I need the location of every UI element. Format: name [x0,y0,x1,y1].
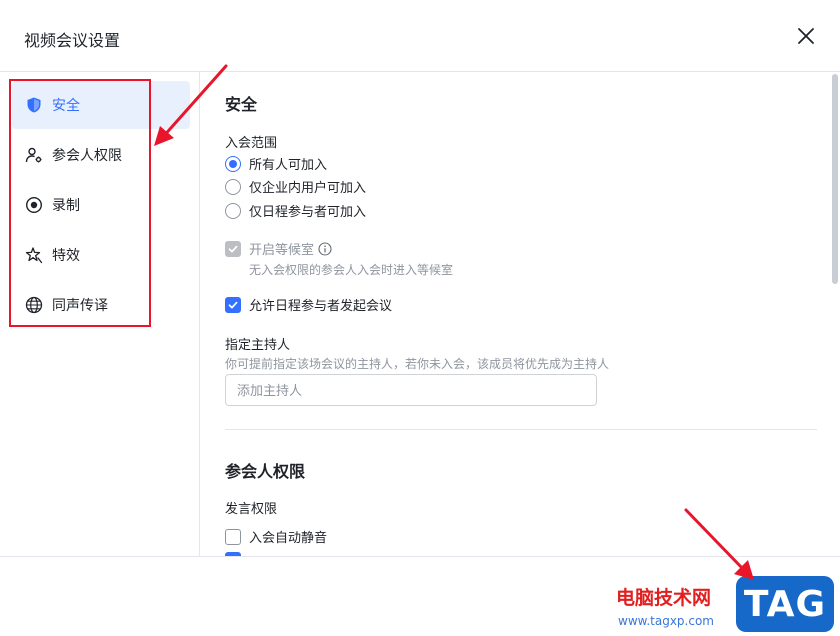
dialog-footer [0,556,840,636]
settings-content: 安全 入会范围 所有人可加入 仅企业内用户可加入 仅日程参与者可加入 开启等候室 [201,72,828,556]
globe-icon [24,295,44,315]
allow-attendees-start-checkbox[interactable]: 允许日程参与者发起会议 [225,295,392,314]
waiting-room-checkbox: 开启等候室 [225,239,332,258]
waiting-room-description: 无入会权限的参会人入会时进入等候室 [249,263,454,277]
section-title-security: 安全 [225,97,258,114]
option-label: 入会自动静音 [249,530,328,545]
host-description: 你可提前指定该场会议的主持人，若你未入会，该成员将优先成为主持人 [225,357,610,371]
sidebar-item-label: 录制 [52,197,80,213]
record-icon [24,195,44,215]
join-scope-option-enterprise[interactable]: 仅企业内用户可加入 [225,177,366,196]
sparkle-icon [24,245,44,265]
radio-button[interactable] [225,178,241,195]
sidebar-item-effects[interactable]: 特效 [12,231,190,279]
radio-button[interactable] [225,202,241,219]
checkbox [225,240,241,257]
join-scope-option-everyone[interactable]: 所有人可加入 [225,154,327,173]
option-label: 仅日程参与者可加入 [249,204,367,219]
video-meeting-settings-dialog: 视频会议设置 安全 参会人权限 录制 特效 同声传译 安全 入会范围 所有人可加… [0,0,840,636]
content-scrollbar[interactable] [830,72,840,556]
check-icon [228,301,238,308]
info-icon[interactable] [318,241,332,256]
add-host-input[interactable] [225,374,597,406]
user-settings-icon [24,145,44,165]
option-label: 开启等候室 [249,242,315,257]
sidebar-item-recording[interactable]: 录制 [12,181,190,229]
shield-icon [24,95,44,115]
watermark-logo: TAG [736,576,834,632]
join-scope-option-attendees[interactable]: 仅日程参与者可加入 [225,201,366,220]
check-icon [228,245,238,252]
speak-permission-label: 发言权限 [225,501,278,516]
dialog-title: 视频会议设置 [24,33,121,50]
join-scope-label: 入会范围 [225,135,278,150]
option-label: 所有人可加入 [249,157,328,172]
sidebar-item-label: 安全 [52,97,80,113]
checkbox[interactable] [225,296,241,313]
scrollbar-thumb[interactable] [832,74,838,284]
sidebar-item-label: 参会人权限 [52,147,122,163]
sidebar-item-interpretation[interactable]: 同声传译 [12,281,190,329]
close-button[interactable] [794,24,818,48]
checkbox[interactable] [225,528,241,545]
radio-button[interactable] [225,155,241,172]
watermark-site-name: 电脑技术网 [616,587,712,609]
watermark-url: www.tagxp.com [618,614,714,628]
sidebar-item-participant-permissions[interactable]: 参会人权限 [12,131,190,179]
section-divider [225,429,817,430]
option-label: 允许日程参与者发起会议 [249,298,393,313]
dialog-header: 视频会议设置 [0,0,840,72]
host-label: 指定主持人 [225,337,291,352]
sidebar-item-label: 特效 [52,247,80,263]
option-label: 仅企业内用户可加入 [249,180,367,195]
sidebar-item-label: 同声传译 [52,297,108,313]
section-title-participant-permissions: 参会人权限 [225,464,306,481]
close-icon [798,28,814,44]
settings-sidebar: 安全 参会人权限 录制 特效 同声传译 [0,72,200,556]
auto-mute-checkbox[interactable]: 入会自动静音 [225,527,327,546]
sidebar-item-security[interactable]: 安全 [12,81,190,129]
